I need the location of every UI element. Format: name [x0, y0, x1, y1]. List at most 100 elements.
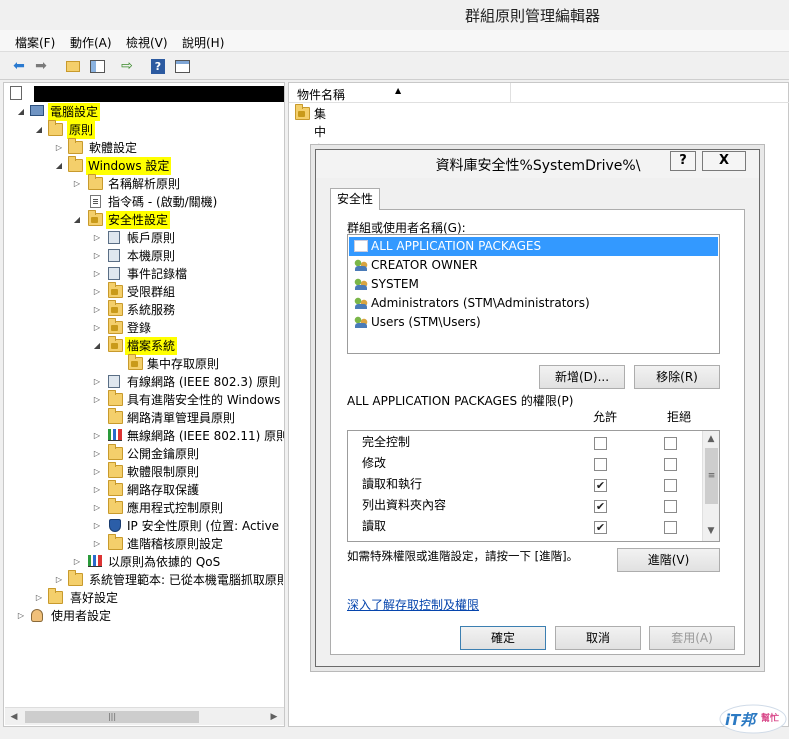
- expand-arrow-icon[interactable]: ▷: [92, 283, 102, 301]
- collapse-arrow-icon[interactable]: ◢: [54, 157, 64, 175]
- help-icon[interactable]: ?: [149, 57, 167, 75]
- deny-checkbox-read[interactable]: [664, 521, 677, 534]
- deny-checkbox-full-control[interactable]: [664, 437, 677, 450]
- allow-checkbox-full-control[interactable]: [594, 437, 607, 450]
- learn-more-link[interactable]: 深入了解存取控制及權限: [347, 596, 479, 613]
- expand-arrow-icon[interactable]: ▷: [92, 445, 102, 463]
- tree-item-firewall[interactable]: ▷ 具有進階安全性的 Windows: [4, 390, 284, 409]
- expand-arrow-icon[interactable]: ▷: [92, 247, 102, 265]
- expand-arrow-icon[interactable]: ▷: [72, 553, 82, 571]
- expand-arrow-icon[interactable]: ▷: [92, 391, 102, 409]
- export-list-icon[interactable]: ⇨: [118, 57, 136, 75]
- tree-item-public-key[interactable]: ▷ 公開金鑰原則: [4, 444, 284, 463]
- list-item-creator-owner[interactable]: CREATOR OWNER: [349, 256, 718, 275]
- scroll-down-icon[interactable]: ▼: [703, 523, 719, 539]
- scroll-thumb[interactable]: ≡: [705, 448, 718, 504]
- tree-item-registry[interactable]: ▷ 登錄: [4, 318, 284, 337]
- tree-item-central-access[interactable]: 集中存取原則: [4, 354, 284, 373]
- list-item-administrators[interactable]: Administrators (STM\Administrators): [349, 294, 718, 313]
- forward-icon[interactable]: ➡: [32, 57, 50, 75]
- list-item-all-app-packages[interactable]: ALL APPLICATION PACKAGES: [349, 237, 718, 256]
- expand-arrow-icon[interactable]: ▷: [92, 499, 102, 517]
- collapse-arrow-icon[interactable]: ◢: [34, 121, 44, 139]
- tree-item-local-policies[interactable]: ▷ 本機原則: [4, 247, 284, 265]
- tree-item-account-policies[interactable]: ▷ 帳戶原則: [4, 229, 284, 247]
- users-listbox[interactable]: ALL APPLICATION PACKAGES CREATOR OWNER S…: [347, 234, 720, 354]
- back-icon[interactable]: ⬅: [10, 57, 28, 75]
- tree-item-network-list[interactable]: 網路清單管理員原則: [4, 408, 284, 427]
- remove-button[interactable]: 移除(R): [634, 365, 720, 389]
- menu-help[interactable]: 說明(H): [182, 34, 224, 51]
- tab-security[interactable]: 安全性: [330, 188, 380, 210]
- tree-item-system-services[interactable]: ▷ 系統服務: [4, 300, 284, 319]
- tree-item-restricted-groups[interactable]: ▷ 受限群組: [4, 282, 284, 301]
- tree-item-wireless-network[interactable]: ▷ 無線網路 (IEEE 802.11) 原則: [4, 427, 284, 445]
- tree-item-user-config[interactable]: ▷ 使用者設定: [4, 607, 284, 625]
- column-object-name[interactable]: 物件名稱 ▲: [289, 83, 511, 103]
- allow-checkbox-read-execute[interactable]: ✔: [594, 479, 607, 492]
- allow-checkbox-modify[interactable]: [594, 458, 607, 471]
- expand-arrow-icon[interactable]: ▷: [72, 175, 82, 193]
- expand-arrow-icon[interactable]: ▷: [54, 139, 64, 157]
- expand-arrow-icon[interactable]: ▷: [92, 373, 102, 391]
- dialog-close-button[interactable]: X: [702, 151, 746, 171]
- expand-arrow-icon[interactable]: ▷: [92, 517, 102, 535]
- tree-item-advanced-audit[interactable]: ▷ 進階稽核原則設定: [4, 534, 284, 553]
- scroll-up-icon[interactable]: ▲: [703, 431, 719, 447]
- tree-item-name-resolution[interactable]: ▷ 名稱解析原則: [4, 174, 284, 193]
- list-item-users[interactable]: Users (STM\Users): [349, 313, 718, 332]
- collapse-arrow-icon[interactable]: ◢: [72, 211, 82, 229]
- tree-item-event-log[interactable]: ▷ 事件記錄檔: [4, 265, 284, 283]
- expand-arrow-icon[interactable]: ▷: [92, 319, 102, 337]
- cancel-button[interactable]: 取消: [555, 626, 641, 650]
- permissions-scrollbar[interactable]: ▲ ≡ ▼: [702, 431, 719, 541]
- scroll-left-icon[interactable]: ◀: [6, 709, 22, 725]
- properties-icon[interactable]: [173, 57, 191, 75]
- tree-item-ipsec[interactable]: ▷ IP 安全性原則 (位置: Active D: [4, 517, 284, 535]
- tree-horizontal-scrollbar[interactable]: ◀ ||| ▶: [5, 707, 284, 725]
- list-item-system[interactable]: SYSTEM: [349, 275, 718, 294]
- tree-item-qos[interactable]: ▷ 以原則為依據的 QoS: [4, 553, 284, 571]
- tree-item-software-restriction[interactable]: ▷ 軟體限制原則: [4, 462, 284, 481]
- expand-arrow-icon[interactable]: ▷: [92, 229, 102, 247]
- expand-arrow-icon[interactable]: ▷: [92, 301, 102, 319]
- advanced-button[interactable]: 進階(V): [617, 548, 720, 572]
- deny-checkbox-modify[interactable]: [664, 458, 677, 471]
- collapse-arrow-icon[interactable]: ◢: [16, 103, 26, 121]
- allow-checkbox-read[interactable]: ✔: [594, 521, 607, 534]
- tree-item-app-control[interactable]: ▷ 應用程式控制原則: [4, 498, 284, 517]
- expand-arrow-icon[interactable]: ▷: [34, 589, 44, 607]
- menu-view[interactable]: 檢視(V): [126, 34, 168, 51]
- tree-item-policies[interactable]: ◢ 原則: [4, 120, 284, 139]
- tree-item-admin-templates[interactable]: ▷ 系統管理範本: 已從本機電腦抓取原則: [4, 570, 284, 589]
- tree-item-computer-config[interactable]: ◢ 電腦設定: [4, 103, 284, 121]
- expand-arrow-icon[interactable]: ▷: [92, 427, 102, 445]
- deny-checkbox-read-execute[interactable]: [664, 479, 677, 492]
- expand-arrow-icon[interactable]: ▷: [16, 607, 26, 625]
- expand-arrow-icon[interactable]: ▷: [92, 463, 102, 481]
- expand-arrow-icon[interactable]: ▷: [92, 481, 102, 499]
- menu-file[interactable]: 檔案(F): [15, 34, 55, 51]
- tree-item-wired-network[interactable]: ▷ 有線網路 (IEEE 802.3) 原則: [4, 373, 284, 391]
- tree-item-scripts[interactable]: 指令碼 - (啟動/關機): [4, 193, 284, 211]
- allow-checkbox-list-folder[interactable]: ✔: [594, 500, 607, 513]
- add-button[interactable]: 新增(D)...: [539, 365, 625, 389]
- menu-action[interactable]: 動作(A): [70, 34, 112, 51]
- apply-button[interactable]: 套用(A): [649, 626, 735, 650]
- tree-item-nap[interactable]: ▷ 網路存取保護: [4, 480, 284, 499]
- deny-checkbox-list-folder[interactable]: [664, 500, 677, 513]
- ok-button[interactable]: 確定: [460, 626, 546, 650]
- expand-arrow-icon[interactable]: ▷: [92, 535, 102, 553]
- collapse-arrow-icon[interactable]: ◢: [92, 337, 102, 355]
- dialog-help-button[interactable]: ?: [670, 151, 696, 171]
- tree-item-security-settings[interactable]: ◢ 安全性設定: [4, 210, 284, 229]
- scroll-thumb[interactable]: |||: [25, 711, 199, 723]
- scroll-right-icon[interactable]: ▶: [266, 709, 282, 725]
- show-hide-tree-icon[interactable]: [88, 57, 106, 75]
- up-folder-icon[interactable]: [64, 57, 82, 75]
- expand-arrow-icon[interactable]: ▷: [54, 571, 64, 589]
- tree-item-file-system[interactable]: ◢ 檔案系統: [4, 336, 284, 355]
- tree-item-preferences[interactable]: ▷ 喜好設定: [4, 588, 284, 607]
- expand-arrow-icon[interactable]: ▷: [92, 265, 102, 283]
- tree-item-software-settings[interactable]: ▷ 軟體設定: [4, 138, 284, 157]
